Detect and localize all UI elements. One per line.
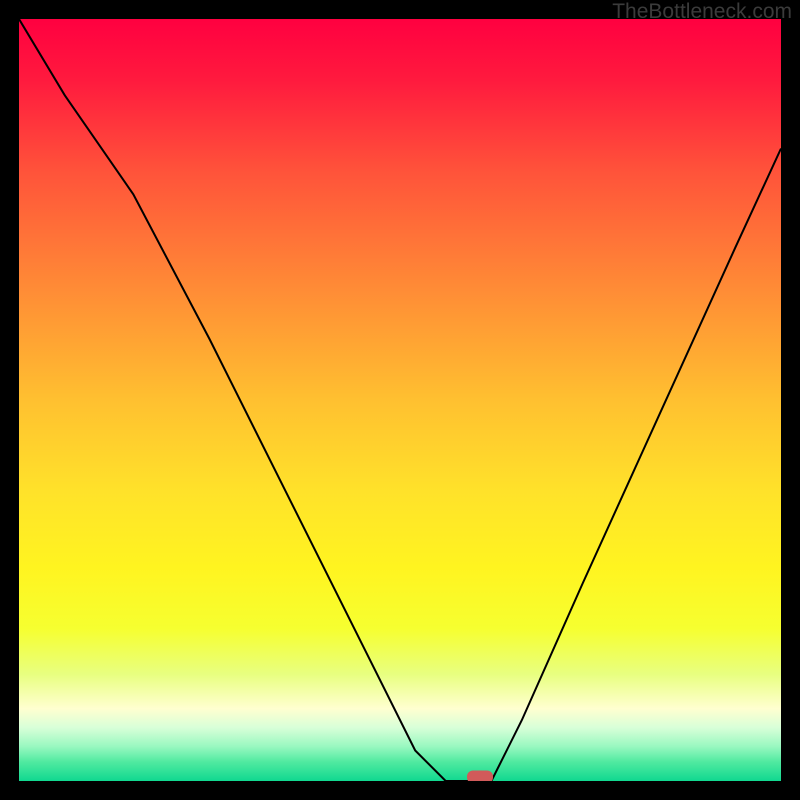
plot-area [19, 19, 781, 781]
chart-svg [19, 19, 781, 781]
watermark-text: TheBottleneck.com [612, 0, 792, 24]
chart-frame: TheBottleneck.com [0, 0, 800, 800]
optimal-marker [467, 771, 493, 782]
